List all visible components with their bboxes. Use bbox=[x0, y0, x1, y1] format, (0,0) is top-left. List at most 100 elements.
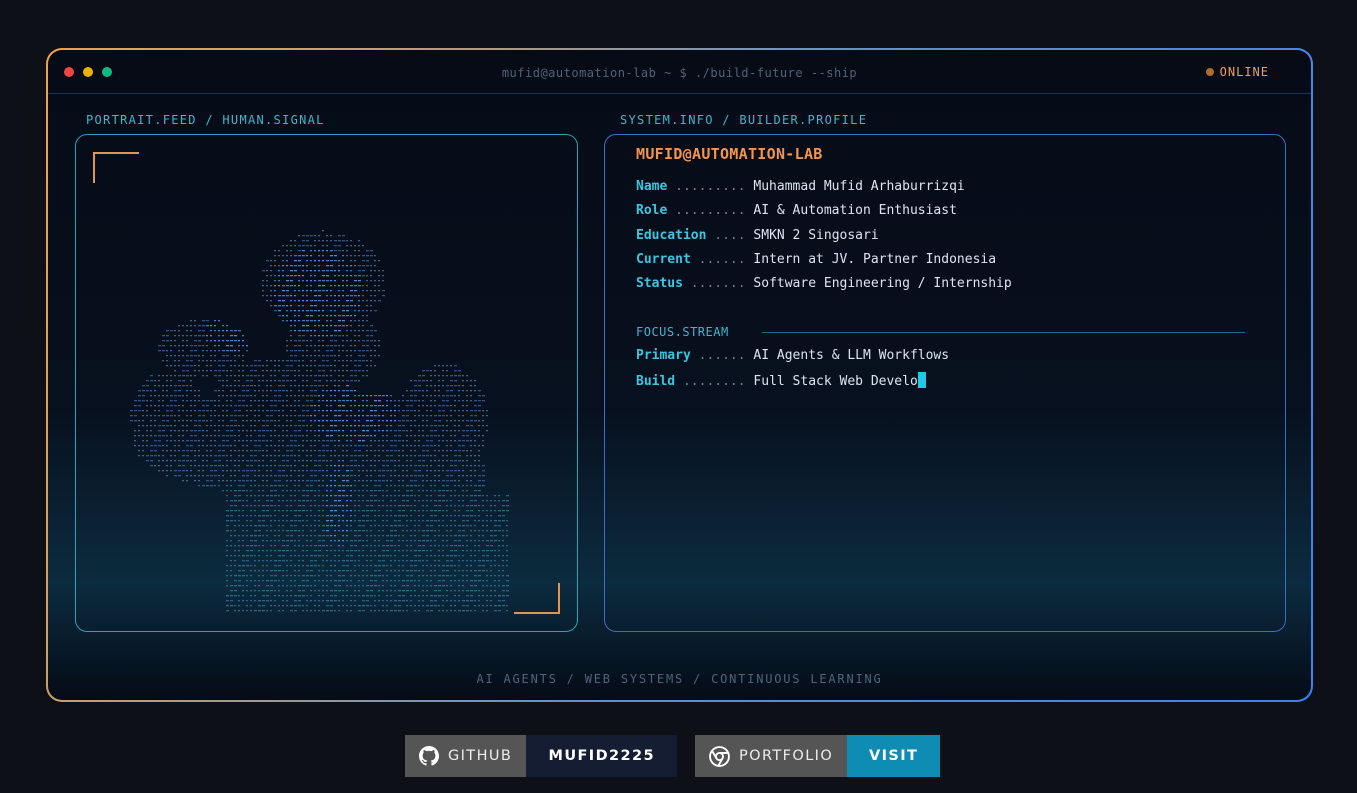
portrait-dash bbox=[322, 395, 324, 397]
portrait-dash bbox=[274, 575, 277, 577]
portrait-dash bbox=[250, 440, 252, 442]
portrait-dash bbox=[410, 425, 412, 427]
portrait-dash bbox=[370, 435, 372, 437]
portrait-dash bbox=[346, 410, 348, 412]
portrait-dash bbox=[214, 460, 217, 462]
portrait-dash bbox=[458, 540, 461, 542]
portrait-dash bbox=[442, 500, 445, 502]
portrait-dash bbox=[310, 285, 312, 287]
portrait-dash bbox=[214, 390, 217, 392]
portrait-dash bbox=[390, 415, 392, 417]
portrait-dash bbox=[326, 435, 329, 437]
portrait-dash bbox=[402, 515, 405, 517]
portrait-dash bbox=[438, 555, 440, 557]
portrait-dash bbox=[358, 490, 360, 492]
portrait-dash bbox=[382, 530, 384, 532]
portrait-dash bbox=[334, 370, 336, 372]
portrait-dash bbox=[222, 355, 225, 357]
portrait-dash bbox=[334, 400, 336, 402]
portrait-dash bbox=[410, 510, 412, 512]
portrait-dash bbox=[234, 460, 236, 462]
portrait-dash bbox=[282, 490, 284, 492]
portrait-dash bbox=[410, 395, 413, 397]
portrait-dash bbox=[326, 570, 328, 572]
portrait-dash bbox=[330, 260, 333, 262]
portrait-dash bbox=[334, 245, 337, 247]
portrait-dash bbox=[442, 470, 444, 472]
portrait-dash bbox=[366, 375, 368, 377]
portrait-dash bbox=[430, 550, 432, 552]
portrait-dash bbox=[298, 520, 301, 522]
portrait-dash bbox=[186, 330, 188, 332]
portrait-dash bbox=[318, 260, 320, 262]
portrait-dash bbox=[166, 410, 169, 412]
portrait-dash bbox=[330, 495, 332, 497]
portrait-dash bbox=[490, 535, 493, 537]
portrait-dash bbox=[246, 435, 248, 437]
portrait-dash bbox=[410, 460, 412, 462]
portrait-dash bbox=[362, 470, 364, 472]
portrait-dash bbox=[314, 260, 316, 262]
portrait-dash bbox=[370, 265, 372, 267]
portrait-dash bbox=[262, 510, 265, 512]
portrait-dash bbox=[278, 440, 280, 442]
portrait-dash bbox=[218, 480, 220, 482]
portrait-dash bbox=[326, 400, 328, 402]
portrait-dash bbox=[490, 505, 492, 507]
portrait-dash bbox=[246, 505, 248, 507]
portrait-dash bbox=[426, 540, 429, 542]
portrait-dash bbox=[338, 465, 340, 467]
portrait-dash bbox=[506, 505, 509, 507]
portrait-dash bbox=[238, 375, 240, 377]
portrait-dash bbox=[262, 425, 265, 427]
portrait-dash bbox=[338, 475, 340, 477]
portrait-dash bbox=[426, 490, 428, 492]
portrait-dash bbox=[458, 585, 460, 587]
portrait-dash bbox=[314, 565, 317, 567]
portrait-dash bbox=[326, 330, 328, 332]
portrait-dash bbox=[410, 550, 412, 552]
portrait-dash bbox=[414, 385, 417, 387]
portrait-dash bbox=[274, 465, 276, 467]
portrait-dash bbox=[470, 610, 472, 612]
portrait-dash bbox=[286, 380, 289, 382]
portrait-dash bbox=[362, 370, 364, 372]
portrait-dash bbox=[298, 490, 300, 492]
portrait-dash bbox=[386, 405, 388, 407]
portrait-dash bbox=[218, 370, 221, 372]
portrait-dash bbox=[334, 590, 337, 592]
portrait-dash bbox=[442, 485, 445, 487]
portrait-dash bbox=[234, 415, 237, 417]
portrait-dash bbox=[498, 610, 501, 612]
portrait-dash bbox=[434, 390, 436, 392]
portrait-dash bbox=[250, 570, 252, 572]
portrait-dash bbox=[158, 455, 160, 457]
portrait-dash bbox=[242, 425, 244, 427]
portrait-dash bbox=[246, 590, 248, 592]
portrait-section-label: PORTRAIT.FEED / HUMAN.SIGNAL bbox=[86, 113, 325, 127]
portrait-dash bbox=[210, 360, 212, 362]
portrait-dash bbox=[378, 490, 381, 492]
github-badge[interactable]: GITHUB MUFID2225 bbox=[405, 735, 678, 777]
portrait-dash bbox=[482, 590, 484, 592]
portrait-dash bbox=[146, 380, 149, 382]
portrait-dash bbox=[354, 330, 356, 332]
portrait-dash bbox=[322, 255, 324, 257]
portrait-dash bbox=[314, 295, 317, 297]
portrait-dash bbox=[294, 410, 296, 412]
portrait-dash bbox=[482, 425, 484, 427]
portrait-dash bbox=[414, 530, 416, 532]
portrait-dash bbox=[294, 520, 297, 522]
portrait-dash bbox=[186, 370, 189, 372]
portrait-dash bbox=[406, 475, 408, 477]
portrait-dash bbox=[418, 490, 420, 492]
portfolio-badge[interactable]: PORTFOLIO VISIT bbox=[695, 735, 941, 777]
portrait-dash bbox=[362, 525, 365, 527]
portrait-dash bbox=[330, 335, 333, 337]
portrait-dash bbox=[378, 275, 380, 277]
portrait-dash bbox=[306, 270, 308, 272]
portrait-dash bbox=[382, 515, 384, 517]
portrait-dash bbox=[482, 525, 484, 527]
portrait-dash bbox=[386, 480, 388, 482]
row-key: Status bbox=[636, 276, 683, 292]
